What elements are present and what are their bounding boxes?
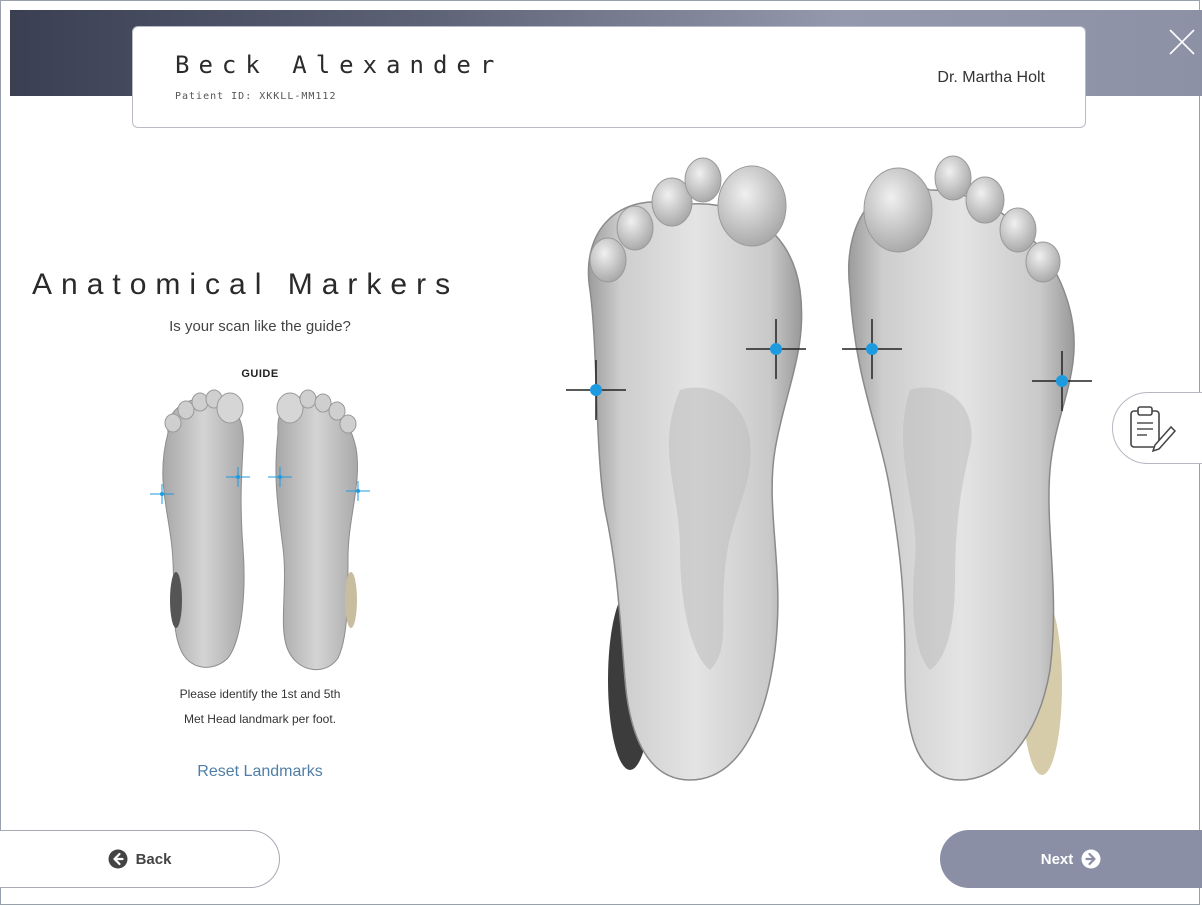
arrow-right-circle-icon	[1081, 849, 1101, 869]
guide-right-foot	[275, 389, 358, 671]
notes-button[interactable]	[1112, 392, 1202, 464]
page-title: Anatomical Markers	[32, 268, 460, 301]
instruction-line-2: Met Head landmark per foot.	[183, 712, 337, 726]
reset-landmarks-link[interactable]: Reset Landmarks	[0, 763, 520, 781]
patient-header: Beck Alexander Patient ID: XKKLL-MM112 D…	[132, 26, 1086, 128]
guide-left-foot	[162, 389, 245, 668]
doctor-name: Dr. Martha Holt	[937, 69, 1045, 86]
arrow-left-circle-icon	[108, 849, 128, 869]
close-button[interactable]	[1162, 22, 1202, 62]
back-button[interactable]: Back	[0, 830, 280, 888]
next-label: Next	[1040, 850, 1074, 868]
guide-image	[150, 389, 370, 671]
foot-scan-view[interactable]	[560, 150, 1100, 790]
instruction-text: Please identify the 1st and 5th Met Head…	[0, 682, 520, 732]
next-button[interactable]: Next	[940, 830, 1202, 888]
instruction-line-1: Please identify the 1st and 5th	[179, 687, 341, 701]
patient-id: Patient ID: XKKLL-MM112	[175, 91, 337, 102]
clipboard-edit-icon	[1130, 406, 1177, 453]
close-icon	[1169, 29, 1195, 55]
guide-label: GUIDE	[241, 368, 279, 380]
page-subtitle: Is your scan like the guide?	[169, 318, 351, 335]
patient-name: Beck Alexander	[175, 51, 504, 79]
left-foot-scan	[587, 157, 803, 781]
back-label: Back	[135, 850, 172, 868]
right-foot-scan	[848, 155, 1075, 781]
